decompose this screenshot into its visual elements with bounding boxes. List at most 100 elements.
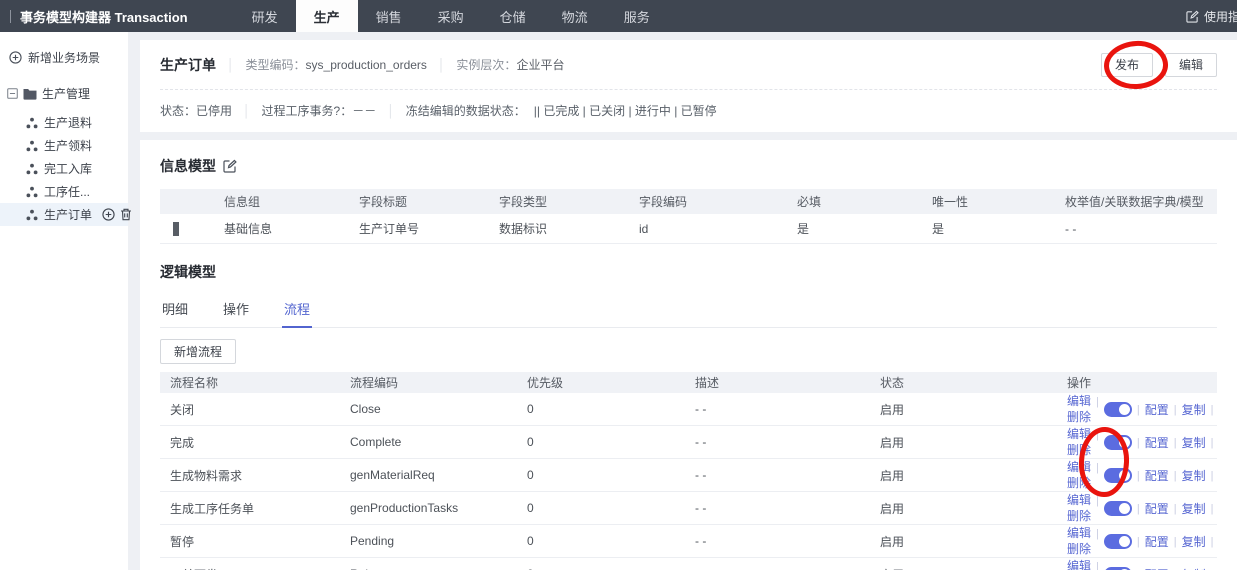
config-link[interactable]: 配置 bbox=[1145, 566, 1169, 570]
tab-operation[interactable]: 操作 bbox=[221, 292, 251, 327]
enable-toggle[interactable] bbox=[1103, 500, 1132, 516]
add-process-button[interactable]: 新增流程 bbox=[160, 339, 237, 364]
enable-toggle[interactable] bbox=[1103, 533, 1132, 549]
config-link[interactable]: 配置 bbox=[1145, 500, 1169, 517]
nav-tab-warehouse[interactable]: 仓储 bbox=[482, 0, 544, 32]
model-header-panel: 生产订单 │ 类型编码： sys_production_orders │ 实例层… bbox=[140, 40, 1237, 132]
nav-tab-sales[interactable]: 销售 bbox=[358, 0, 420, 32]
nav-tab-service[interactable]: 服务 bbox=[606, 0, 668, 32]
column-header: 枚举值/关联数据字典/模型 bbox=[1065, 195, 1204, 209]
field-type-cell: 数据标识 bbox=[499, 222, 548, 236]
trash-icon[interactable] bbox=[120, 208, 132, 221]
nav-tab-procurement[interactable]: 采购 bbox=[420, 0, 482, 32]
frozen-states-value: || 已完成 | 已关闭 | 进行中 | 已暂停 bbox=[533, 104, 717, 118]
sidebar-item-production-return[interactable]: 生产退料 bbox=[0, 111, 128, 134]
process-row: 关闭 Close 0 - - 启用 编辑删除 配置 复制 日志 bbox=[160, 393, 1217, 426]
column-header: 字段编码 bbox=[639, 195, 688, 209]
actions-cell: 编辑删除 配置 复制 日志 bbox=[1057, 559, 1217, 570]
delete-link[interactable]: 删除 bbox=[1067, 410, 1104, 425]
page-title: 生产订单 bbox=[160, 56, 216, 73]
column-header: 流程名称 bbox=[170, 376, 219, 390]
type-code-value: sys_production_orders bbox=[305, 57, 427, 72]
meta-divider: │ bbox=[437, 57, 446, 72]
copy-link[interactable]: 复制 bbox=[1182, 500, 1206, 517]
sidebar-item-label: 完工入库 bbox=[44, 162, 93, 176]
info-group-cell: 基础信息 bbox=[224, 222, 273, 236]
nav-tab-logistics[interactable]: 物流 bbox=[544, 0, 606, 32]
process-row: 工单下发 Release 0 - - 启用 编辑删除 配置 复制 日志 bbox=[160, 558, 1217, 570]
enum-cell: - - bbox=[1065, 221, 1077, 236]
tab-process[interactable]: 流程 bbox=[282, 292, 313, 328]
edit-link[interactable]: 编辑 bbox=[1067, 526, 1091, 541]
config-link[interactable]: 配置 bbox=[1145, 401, 1169, 418]
description-cell: - - bbox=[695, 435, 707, 449]
sidebar-item-production-order[interactable]: 生产订单 bbox=[0, 203, 132, 226]
sidebar-item-process-task[interactable]: 工序任... bbox=[0, 180, 128, 203]
folder-icon bbox=[23, 88, 37, 100]
column-header: 流程编码 bbox=[350, 376, 399, 390]
info-model-table-header: 信息组 字段标题 字段类型 字段编码 必填 唯一性 枚举值/关联数据字典/模型 bbox=[160, 189, 1217, 214]
publish-button[interactable]: 发布 bbox=[1100, 52, 1153, 77]
edit-square-icon[interactable] bbox=[223, 159, 237, 173]
copy-link[interactable]: 复制 bbox=[1182, 401, 1206, 418]
nav-tab-production[interactable]: 生产 bbox=[295, 0, 358, 32]
edit-link[interactable]: 编辑 bbox=[1067, 493, 1091, 508]
edit-link[interactable]: 编辑 bbox=[1067, 460, 1091, 475]
model-header-row: 生产订单 │ 类型编码： sys_production_orders │ 实例层… bbox=[160, 40, 1217, 90]
tab-detail[interactable]: 明细 bbox=[160, 292, 190, 327]
process-name-cell: 关闭 bbox=[170, 402, 195, 417]
instance-level-value: 企业平台 bbox=[516, 58, 565, 72]
enable-toggle[interactable] bbox=[1103, 401, 1132, 417]
edit-link[interactable]: 编辑 bbox=[1067, 559, 1091, 570]
delete-link[interactable]: 删除 bbox=[1067, 443, 1104, 458]
actions-cell: 编辑删除 配置 复制 日志 bbox=[1057, 526, 1217, 557]
sidebar-item-production-picking[interactable]: 生产领料 bbox=[0, 134, 128, 157]
priority-cell: 0 bbox=[527, 402, 534, 416]
sidebar-group-production-management[interactable]: 生产管理 bbox=[0, 66, 128, 102]
user-guide-label: 使用指 bbox=[1203, 9, 1237, 24]
description-cell: - - bbox=[695, 501, 707, 515]
column-header: 操作 bbox=[1067, 376, 1092, 390]
config-link[interactable]: 配置 bbox=[1145, 434, 1169, 451]
enable-toggle[interactable] bbox=[1103, 566, 1132, 570]
enable-toggle[interactable] bbox=[1103, 467, 1132, 483]
process-code-cell: genProductionTasks bbox=[350, 501, 459, 515]
copy-link[interactable]: 复制 bbox=[1182, 566, 1206, 570]
copy-link[interactable]: 复制 bbox=[1182, 467, 1206, 484]
collapse-minus-square-icon[interactable] bbox=[7, 88, 18, 99]
copy-link[interactable]: 复制 bbox=[1182, 533, 1206, 550]
app-title: 事务模型构建器 Transaction bbox=[20, 9, 188, 25]
sidebar-group-label: 生产管理 bbox=[42, 87, 91, 101]
actions-cell: 编辑删除 配置 复制 日志 bbox=[1057, 460, 1217, 491]
sidebar-item-finished-goods-storage[interactable]: 完工入库 bbox=[0, 157, 128, 180]
instance-level-label: 实例层次： bbox=[456, 58, 517, 72]
add-business-scenario-button[interactable]: 新增业务场景 bbox=[0, 32, 128, 66]
process-table-header: 流程名称 流程编码 优先级 描述 状态 操作 bbox=[160, 372, 1217, 393]
enable-toggle[interactable] bbox=[1103, 434, 1132, 450]
delete-link[interactable]: 删除 bbox=[1067, 509, 1104, 524]
edit-link[interactable]: 编辑 bbox=[1067, 427, 1091, 442]
plus-circle-icon[interactable] bbox=[102, 208, 115, 221]
delete-link[interactable]: 删除 bbox=[1067, 542, 1104, 557]
logic-model-tabs: 明细 操作 流程 bbox=[160, 292, 1217, 328]
process-name-cell: 生成物料需求 bbox=[170, 468, 243, 483]
main-content: 生产订单 │ 类型编码： sys_production_orders │ 实例层… bbox=[140, 40, 1237, 570]
priority-cell: 0 bbox=[527, 468, 534, 482]
status-cell: 启用 bbox=[880, 435, 905, 450]
edit-button[interactable]: 编辑 bbox=[1164, 52, 1217, 77]
nav-tab-research[interactable]: 研发 bbox=[234, 0, 296, 32]
edit-link[interactable]: 编辑 bbox=[1067, 394, 1091, 409]
process-row: 暂停 Pending 0 - - 启用 编辑删除 配置 复制 日志 bbox=[160, 525, 1217, 558]
process-name-cell: 完成 bbox=[170, 435, 195, 450]
user-guide-link[interactable]: 使用指 bbox=[1186, 8, 1237, 25]
model-cluster-icon bbox=[26, 140, 38, 152]
expand-caret-icon[interactable] bbox=[173, 221, 179, 236]
copy-link[interactable]: 复制 bbox=[1182, 434, 1206, 451]
column-header: 优先级 bbox=[527, 376, 564, 390]
config-link[interactable]: 配置 bbox=[1145, 467, 1169, 484]
process-transaction-value: －－ bbox=[352, 104, 377, 118]
priority-cell: 0 bbox=[527, 501, 534, 515]
config-link[interactable]: 配置 bbox=[1145, 533, 1169, 550]
description-cell: - - bbox=[695, 468, 707, 482]
delete-link[interactable]: 删除 bbox=[1067, 476, 1104, 491]
